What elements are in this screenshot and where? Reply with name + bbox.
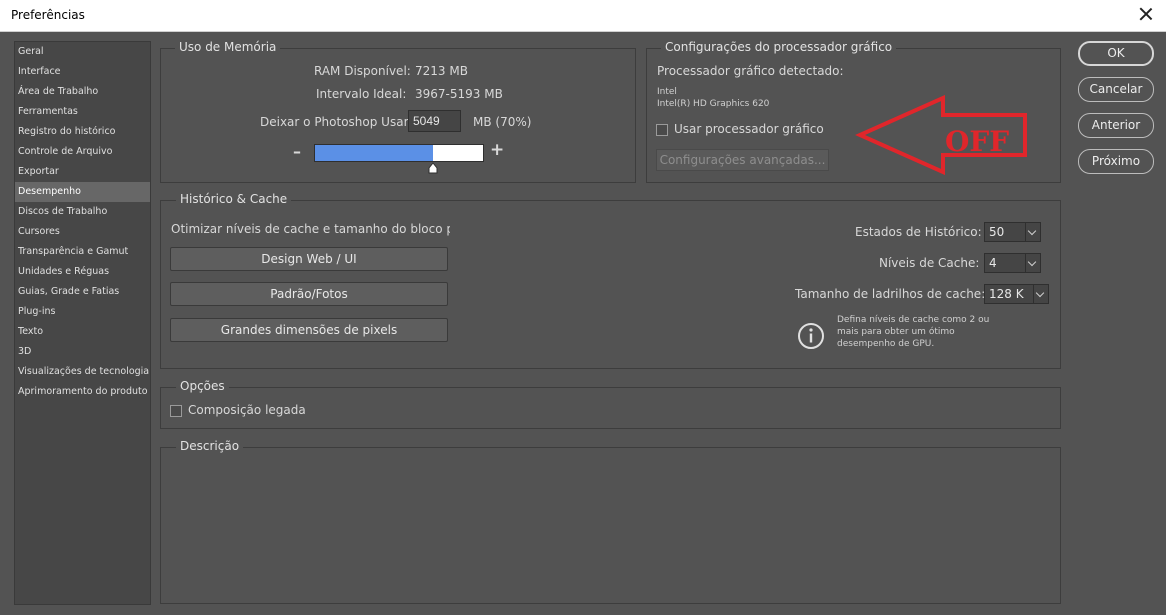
- ideal-range-label: Intervalo Ideal:: [316, 87, 407, 101]
- ideal-range-value: 3967-5193 MB: [415, 87, 503, 101]
- window-title: Preferências: [11, 8, 85, 22]
- sidebar-item[interactable]: Guias, Grade e Fatias: [15, 282, 150, 302]
- cache-tile-size-label: Tamanho de ladrilhos de cache:: [795, 287, 986, 301]
- history-states-label: Estados de Histórico:: [855, 225, 982, 239]
- optimize-cache-label: Otimizar níveis de cache e tamanho do bl…: [171, 222, 450, 236]
- next-button[interactable]: Próximo: [1078, 149, 1154, 174]
- sidebar-item[interactable]: Exportar: [15, 162, 150, 182]
- chevron-down-icon: [1025, 223, 1040, 241]
- close-icon[interactable]: [1136, 4, 1156, 24]
- title-bar: Preferências: [0, 0, 1166, 32]
- sidebar-item[interactable]: Visualizações de tecnologia: [15, 362, 150, 382]
- memory-amount-input[interactable]: [408, 110, 461, 132]
- history-states-value: 50: [989, 225, 1005, 239]
- sidebar-item[interactable]: Desempenho: [15, 182, 150, 202]
- gpu-group-title: Configurações do processador gráfico: [661, 40, 897, 54]
- sidebar-item[interactable]: Aprimoramento do produto: [15, 382, 150, 402]
- preferences-sidebar: Geral Interface Área de Trabalho Ferramenta…: [14, 41, 151, 605]
- memory-unit-label: MB (70%): [473, 115, 532, 129]
- sidebar-item[interactable]: Registro do histórico: [15, 122, 150, 142]
- gpu-vendor: Intel: [657, 87, 677, 97]
- ok-button[interactable]: OK: [1078, 41, 1154, 66]
- advanced-settings-button[interactable]: Configurações avançadas...: [656, 149, 829, 171]
- cache-tile-size-value: 128 K: [989, 287, 1024, 301]
- large-pixel-dimensions-button[interactable]: Grandes dimensões de pixels: [170, 318, 448, 342]
- memory-slider-thumb[interactable]: [427, 162, 439, 174]
- sidebar-item[interactable]: Cursores: [15, 222, 150, 242]
- legacy-compositing-label[interactable]: Composição legada: [188, 403, 306, 417]
- red-arrow-annotation: OFF: [855, 95, 1027, 175]
- cache-levels-value: 4: [989, 256, 997, 270]
- sidebar-item[interactable]: Interface: [15, 62, 150, 82]
- use-gpu-checkbox[interactable]: [656, 124, 668, 136]
- off-annotation-text: OFF: [945, 125, 1009, 158]
- chevron-down-icon: [1025, 254, 1040, 272]
- cache-info-text: Defina níveis de cache como 2 ou mais pa…: [837, 315, 990, 349]
- info-icon: [798, 323, 824, 349]
- gpu-settings-group: Configurações do processador gráfico Pro…: [646, 40, 1061, 183]
- gpu-detected-label: Processador gráfico detectado:: [657, 64, 844, 78]
- memory-slider-track[interactable]: [314, 144, 484, 162]
- sidebar-item[interactable]: Controle de Arquivo: [15, 142, 150, 162]
- memory-usage-group: Uso de Memória RAM Disponível: 7213 MB I…: [160, 40, 636, 183]
- default-photos-button[interactable]: Padrão/Fotos: [170, 282, 448, 306]
- sidebar-item[interactable]: Área de Trabalho: [15, 82, 150, 102]
- chevron-down-icon: [1033, 285, 1048, 303]
- cache-group-title: Histórico & Cache: [176, 192, 292, 206]
- sidebar-item[interactable]: Plug-ins: [15, 302, 150, 322]
- sidebar-item[interactable]: Unidades e Réguas: [15, 262, 150, 282]
- options-group: Opções Composição legada: [160, 379, 1061, 429]
- history-states-select[interactable]: 50: [984, 222, 1041, 242]
- sidebar-item[interactable]: 3D: [15, 342, 150, 362]
- cache-tile-size-select[interactable]: 128 K: [984, 284, 1049, 304]
- cache-levels-label: Níveis de Cache:: [879, 256, 980, 270]
- ram-available-value: 7213 MB: [415, 64, 468, 78]
- legacy-compositing-checkbox[interactable]: [170, 405, 182, 417]
- sidebar-item[interactable]: Transparência e Gamut: [15, 242, 150, 262]
- options-group-title: Opções: [176, 379, 229, 393]
- use-gpu-label[interactable]: Usar processador gráfico: [674, 122, 824, 136]
- decrease-memory-button[interactable]: –: [293, 142, 301, 161]
- sidebar-item[interactable]: Texto: [15, 322, 150, 342]
- history-cache-group: Histórico & Cache Otimizar níveis de cac…: [160, 192, 1061, 369]
- sidebar-item[interactable]: Geral: [15, 42, 150, 62]
- gpu-model: Intel(R) HD Graphics 620: [657, 99, 770, 109]
- design-web-ui-button[interactable]: Design Web / UI: [170, 247, 448, 271]
- ram-available-label: RAM Disponível:: [314, 64, 411, 78]
- description-group-title: Descrição: [176, 439, 244, 453]
- memory-group-title: Uso de Memória: [175, 40, 281, 54]
- description-group: Descrição: [160, 439, 1061, 604]
- sidebar-item[interactable]: Ferramentas: [15, 102, 150, 122]
- cache-levels-select[interactable]: 4: [984, 253, 1041, 273]
- memory-slider-fill: [315, 145, 433, 161]
- increase-memory-button[interactable]: +: [490, 140, 504, 160]
- previous-button[interactable]: Anterior: [1078, 113, 1154, 138]
- let-photoshop-use-label: Deixar o Photoshop Usar:: [260, 115, 413, 129]
- sidebar-item[interactable]: Discos de Trabalho: [15, 202, 150, 222]
- cancel-button[interactable]: Cancelar: [1078, 77, 1154, 102]
